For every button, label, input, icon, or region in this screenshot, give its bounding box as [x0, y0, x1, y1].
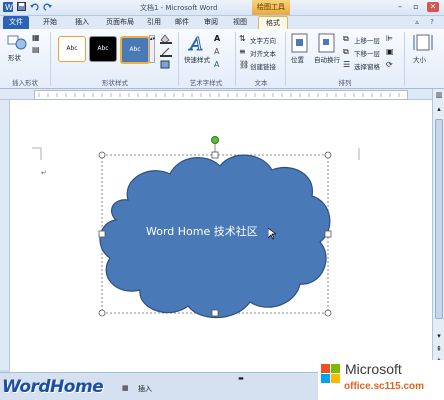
- window-title: 文档1 - Microsoft Word: [140, 4, 218, 12]
- tab-page-layout[interactable]: 页面布局: [102, 16, 138, 29]
- tab-format[interactable]: 格式: [258, 16, 288, 30]
- edit-shape-icon[interactable]: ▦: [32, 33, 42, 43]
- shape-style-2[interactable]: Abc: [89, 36, 117, 62]
- group-divider: [50, 32, 51, 86]
- group-label-shape-styles: 形状样式: [102, 79, 128, 87]
- group-divider: [235, 32, 236, 86]
- bring-forward-icon[interactable]: ⧉: [343, 34, 353, 44]
- tab-view[interactable]: 视图: [228, 16, 252, 29]
- mouse-cursor-icon: [267, 227, 278, 240]
- ribbon-tabs: 文件 开始 插入 页面布局 引用 邮件 审阅 视图 格式 ▵ ?: [0, 16, 444, 30]
- size-label: 大小: [413, 56, 426, 64]
- text-box-icon[interactable]: ▤: [32, 45, 42, 55]
- create-link-button[interactable]: 创建链接: [250, 61, 276, 71]
- scroll-up-icon[interactable]: ▴: [434, 105, 444, 115]
- paragraph-mark: ↵: [41, 169, 47, 177]
- brand-name: Microsoft: [345, 361, 402, 377]
- vertical-ruler[interactable]: [0, 100, 10, 370]
- brand-watermark: Microsoft office.sc115.com: [318, 360, 444, 400]
- align-text-button[interactable]: 对齐文本: [250, 48, 276, 58]
- margin-corner-mark: [32, 147, 42, 160]
- create-link-icon[interactable]: ⛓: [239, 60, 249, 70]
- selection-pane-icon[interactable]: ☰: [343, 60, 353, 70]
- group-divider: [404, 32, 405, 86]
- shape-text[interactable]: Word Home 技术社区: [146, 223, 286, 239]
- insert-mode[interactable]: 插入: [138, 383, 168, 395]
- ribbon: 形状 ▦ ▤ 插入形状 Abc Abc Abc ▴▾ 形状样式 A 快速样式 A…: [0, 29, 444, 89]
- group-divider: [178, 32, 179, 86]
- save-icon[interactable]: [17, 2, 26, 13]
- wordhome-watermark: WordHome: [2, 377, 104, 397]
- layout-icon[interactable]: ▦: [122, 384, 132, 394]
- undo-icon[interactable]: [30, 2, 39, 13]
- position-button[interactable]: 位置: [289, 32, 311, 74]
- wrap-text-label: 自动换行: [314, 56, 340, 64]
- group-label-insert-shapes: 插入形状: [12, 79, 38, 87]
- scroll-thumb[interactable]: [435, 119, 443, 319]
- rotation-handle[interactable]: [211, 136, 219, 144]
- text-effects-icon[interactable]: A: [214, 60, 224, 70]
- title-bar: W 文档1 - Microsoft Word 绘图工具 – ▫ ✕: [0, 0, 444, 16]
- quick-styles-button[interactable]: A 快速样式: [184, 32, 212, 74]
- tab-home[interactable]: 开始: [38, 16, 62, 29]
- tab-review[interactable]: 审阅: [199, 16, 223, 29]
- size-button[interactable]: 大小: [409, 32, 439, 74]
- shapes-label: 形状: [8, 54, 21, 62]
- close-icon[interactable]: ✕: [427, 2, 439, 12]
- svg-text:W: W: [5, 3, 13, 12]
- tab-insert[interactable]: 插入: [70, 16, 94, 29]
- horizontal-scroll-icon[interactable]: ▬: [236, 375, 246, 382]
- group-label-wordart: 艺术字样式: [189, 79, 223, 87]
- redo-icon[interactable]: [43, 2, 52, 13]
- align-icon[interactable]: ⊫: [386, 34, 396, 44]
- text-fill-icon[interactable]: A: [214, 34, 224, 44]
- vertical-scrollbar[interactable]: ▥ ▴ ▾ ⇞ ⇟: [432, 89, 444, 372]
- drawing-tools-context-label: 绘图工具: [252, 0, 290, 15]
- shapes-button[interactable]: 形状: [6, 32, 28, 72]
- previous-page-icon[interactable]: ⇞: [434, 345, 444, 355]
- ruler-track: [34, 90, 408, 100]
- rotate-icon[interactable]: ⟳: [386, 60, 396, 70]
- scroll-down-icon[interactable]: ▾: [434, 332, 444, 342]
- bring-forward-button[interactable]: 上移一层: [354, 35, 380, 45]
- tab-file[interactable]: 文件: [3, 16, 29, 29]
- help-icon[interactable]: ?: [426, 16, 438, 29]
- shape-style-1[interactable]: Abc: [58, 36, 86, 62]
- wrap-text-button[interactable]: 自动换行: [314, 32, 340, 74]
- shape-outline-icon[interactable]: [160, 47, 172, 57]
- group-label-arrange: 排列: [338, 79, 352, 87]
- text-outline-icon[interactable]: A: [214, 47, 224, 57]
- selection-pane-button[interactable]: 选择窗格: [354, 61, 380, 71]
- group-label-text: 文本: [254, 79, 268, 87]
- svg-text:A: A: [188, 34, 203, 54]
- windows-logo-icon: [321, 364, 340, 383]
- word-icon: W: [3, 2, 13, 14]
- quick-styles-label: 快速样式: [184, 56, 210, 64]
- minimize-icon[interactable]: –: [394, 2, 406, 12]
- text-direction-icon[interactable]: ⇅: [239, 34, 249, 44]
- style-gallery-scroll[interactable]: ▴▾: [149, 35, 155, 63]
- align-text-icon[interactable]: ≡: [239, 47, 249, 57]
- group-divider: [285, 32, 286, 86]
- shape-fill-icon[interactable]: [160, 34, 172, 44]
- position-label: 位置: [291, 56, 304, 64]
- text-direction-button[interactable]: 文字方向: [250, 35, 276, 45]
- send-backward-button[interactable]: 下移一层: [354, 48, 380, 58]
- ruler-toggle-icon[interactable]: ▥: [434, 91, 444, 101]
- document-page[interactable]: ↵ Word Home 技术社区: [10, 100, 432, 372]
- restore-icon[interactable]: ▫: [410, 2, 422, 12]
- horizontal-ruler[interactable]: [0, 89, 444, 100]
- shape-style-3[interactable]: Abc: [120, 36, 150, 64]
- tab-mailings[interactable]: 邮件: [170, 16, 194, 29]
- shape-effects-icon[interactable]: [160, 60, 172, 70]
- tab-references[interactable]: 引用: [142, 16, 166, 29]
- group-icon[interactable]: ▣: [386, 47, 396, 57]
- send-backward-icon[interactable]: ⧉: [343, 47, 353, 57]
- brand-site: office.sc115.com: [344, 381, 425, 392]
- chevron-up-icon[interactable]: ▵: [412, 16, 422, 29]
